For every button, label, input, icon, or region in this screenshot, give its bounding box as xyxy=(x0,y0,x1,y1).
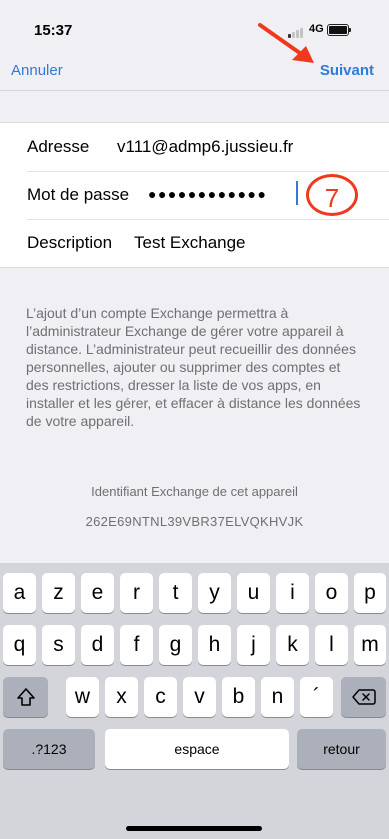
key-h[interactable]: h xyxy=(198,625,231,665)
address-row[interactable]: Adresse v111@admp6.jussieu.fr xyxy=(0,123,389,171)
key-t[interactable]: t xyxy=(159,573,192,613)
status-time: 15:37 xyxy=(34,22,73,39)
status-bar: 15:37 4G xyxy=(0,0,389,44)
password-row[interactable]: Mot de passe ●●●●●●●●●●●● 7 xyxy=(0,171,389,219)
key-i[interactable]: i xyxy=(276,573,309,613)
key-p[interactable]: p xyxy=(354,573,386,613)
key-e[interactable]: e xyxy=(81,573,114,613)
battery-icon xyxy=(327,24,351,36)
key-m[interactable]: m xyxy=(354,625,386,665)
key-q[interactable]: q xyxy=(3,625,36,665)
next-button[interactable]: Suivant xyxy=(320,62,374,79)
address-field[interactable]: v111@admp6.jussieu.fr xyxy=(117,137,293,157)
key-z[interactable]: z xyxy=(42,573,75,613)
password-field[interactable]: ●●●●●●●●●●●● xyxy=(148,186,267,202)
key-n[interactable]: n xyxy=(261,677,294,717)
description-row[interactable]: Description Test Exchange xyxy=(0,219,389,267)
device-id-title: Identifiant Exchange de cet appareil xyxy=(91,484,298,499)
key-f[interactable]: f xyxy=(120,625,153,665)
step-annotation: 7 xyxy=(306,174,358,216)
key-o[interactable]: o xyxy=(315,573,348,613)
device-id-value: 262E69NTNL39VBR37ELVQKHVJK xyxy=(85,514,304,529)
space-key[interactable]: espace xyxy=(105,729,289,769)
shift-key[interactable] xyxy=(3,677,48,717)
key-r[interactable]: r xyxy=(120,573,153,613)
nav-divider xyxy=(0,90,389,91)
return-key[interactable]: retour xyxy=(297,729,386,769)
shift-icon xyxy=(16,688,35,706)
key-w[interactable]: w xyxy=(66,677,99,717)
key-a[interactable]: a xyxy=(3,573,36,613)
address-label: Adresse xyxy=(27,137,90,156)
nav-bar: Annuler Suivant xyxy=(0,44,389,90)
key-v[interactable]: v xyxy=(183,677,216,717)
backspace-icon xyxy=(351,689,376,705)
text-cursor xyxy=(296,181,298,205)
key-k[interactable]: k xyxy=(276,625,309,665)
annotation-arrow-icon xyxy=(258,23,314,63)
key-u[interactable]: u xyxy=(237,573,270,613)
key-c[interactable]: c xyxy=(144,677,177,717)
key-accent[interactable]: ´ xyxy=(300,677,333,717)
key-l[interactable]: l xyxy=(315,625,348,665)
keyboard: a z e r t y u i o p q s d f g h j k l m … xyxy=(0,563,389,839)
home-indicator xyxy=(126,826,262,831)
key-j[interactable]: j xyxy=(237,625,270,665)
key-y[interactable]: y xyxy=(198,573,231,613)
backspace-key[interactable] xyxy=(341,677,386,717)
key-x[interactable]: x xyxy=(105,677,138,717)
key-s[interactable]: s xyxy=(42,625,75,665)
key-b[interactable]: b xyxy=(222,677,255,717)
numbers-key[interactable]: .?123 xyxy=(3,729,95,769)
key-g[interactable]: g xyxy=(159,625,192,665)
description-label: Description xyxy=(27,233,113,252)
password-label: Mot de passe xyxy=(27,185,130,204)
account-form: Adresse v111@admp6.jussieu.fr Mot de pas… xyxy=(0,122,389,268)
description-field[interactable]: Test Exchange xyxy=(134,233,246,253)
cancel-button[interactable]: Annuler xyxy=(11,62,63,79)
key-d[interactable]: d xyxy=(81,625,114,665)
exchange-disclaimer: L’ajout d’un compte Exchange permettra à… xyxy=(26,305,361,429)
